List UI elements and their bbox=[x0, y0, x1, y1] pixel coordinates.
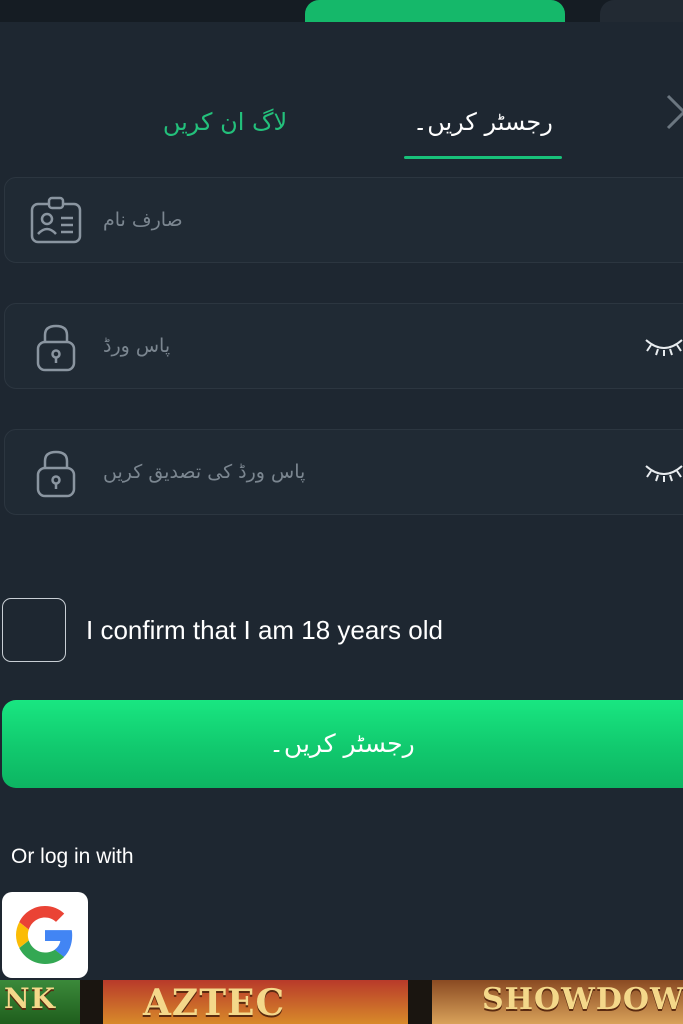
eye-closed-icon[interactable] bbox=[642, 458, 683, 486]
register-submit-label: رجسٹر کریں۔ bbox=[269, 729, 415, 758]
username-field[interactable]: صارف نام bbox=[4, 177, 683, 263]
password-field[interactable]: پاس ورڈ bbox=[4, 303, 683, 389]
active-tab-indicator bbox=[404, 156, 562, 159]
top-secondary-tab[interactable] bbox=[600, 0, 683, 24]
game-carousel: NK AZTEC SHOWDOWN bbox=[0, 980, 683, 1024]
social-login-heading: Or log in with bbox=[11, 845, 134, 868]
close-icon[interactable] bbox=[664, 92, 683, 132]
tab-login[interactable]: لاگ ان کریں bbox=[120, 102, 330, 142]
game-tile[interactable]: NK bbox=[0, 980, 80, 1024]
lock-icon bbox=[36, 324, 76, 372]
tab-register[interactable]: رجسٹر کریں۔ bbox=[383, 102, 583, 142]
confirm-password-field[interactable]: پاس ورڈ کی تصدیق کریں bbox=[4, 429, 683, 515]
top-promo-tab[interactable] bbox=[305, 0, 565, 24]
game-title: SHOWDOWN bbox=[482, 982, 683, 1017]
password-placeholder: پاس ورڈ bbox=[103, 335, 171, 357]
register-submit-button[interactable]: رجسٹر کریں۔ bbox=[2, 700, 683, 788]
google-icon bbox=[16, 906, 73, 964]
google-login-button[interactable] bbox=[2, 892, 88, 978]
age-confirm-checkbox[interactable] bbox=[2, 598, 66, 662]
confirm-password-placeholder: پاس ورڈ کی تصدیق کریں bbox=[103, 461, 306, 483]
lock-icon bbox=[36, 450, 76, 498]
age-confirm-label: I confirm that I am 18 years old bbox=[86, 615, 443, 645]
id-badge-icon bbox=[30, 196, 82, 244]
game-title: AZTEC bbox=[143, 982, 286, 1024]
eye-closed-icon[interactable] bbox=[642, 332, 683, 360]
username-placeholder: صارف نام bbox=[103, 209, 183, 231]
game-title: NK bbox=[4, 982, 56, 1015]
game-tile[interactable]: AZTEC bbox=[103, 980, 408, 1024]
game-tile[interactable]: SHOWDOWN bbox=[432, 980, 683, 1024]
